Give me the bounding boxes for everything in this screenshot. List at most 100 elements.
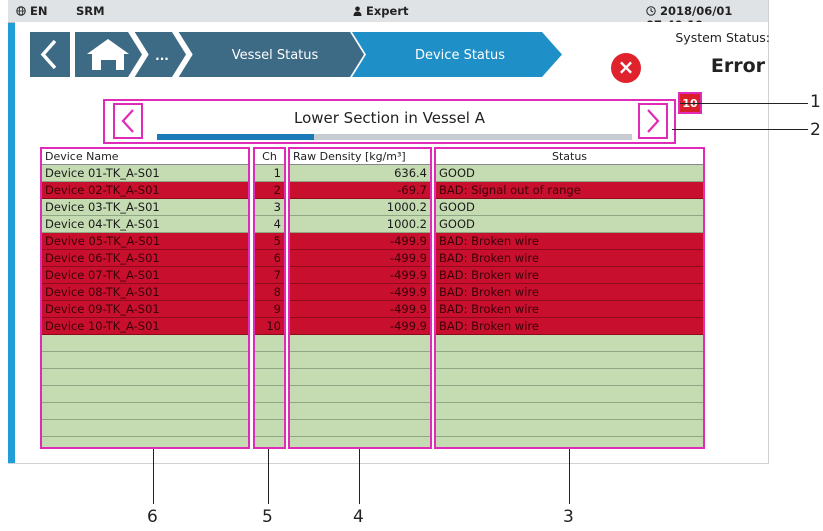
top-status-bar: EN SRM Expert 2018/06/01 07:40:19 <box>8 0 768 32</box>
device-name-cell[interactable]: Device 02-TK_A-S01 <box>42 182 248 199</box>
channel-cell[interactable]: 1 <box>255 165 284 182</box>
close-icon: × <box>617 55 635 79</box>
channel-cell[interactable]: 6 <box>255 250 284 267</box>
user-role[interactable]: Expert <box>353 4 409 18</box>
empty-row-cell <box>42 335 248 352</box>
status-cell[interactable]: GOOD <box>436 216 703 233</box>
channel-cell[interactable]: 10 <box>255 318 284 335</box>
empty-row-cell <box>290 369 430 386</box>
callout-leader-1 <box>680 103 808 104</box>
empty-row-cell <box>290 386 430 403</box>
empty-row-cell <box>42 403 248 420</box>
device-name-cell[interactable]: Devive 05-TK_A-S01 <box>42 233 248 250</box>
raw-density-cell[interactable]: -499.9 <box>290 301 430 318</box>
raw-density-cell[interactable]: -499.9 <box>290 267 430 284</box>
raw-density-cell[interactable]: 636.4 <box>290 165 430 182</box>
status-cell[interactable]: BAD: Signal out of range <box>436 182 703 199</box>
navigation-bar: ... Vessel Status Device Status × System… <box>15 22 770 90</box>
back-button[interactable] <box>30 32 70 77</box>
home-button[interactable] <box>75 32 142 77</box>
empty-row-cell <box>42 369 248 386</box>
raw-density-cell[interactable]: -499.9 <box>290 233 430 250</box>
device-name-cell[interactable]: Device 09-TK_A-S01 <box>42 301 248 318</box>
callout-6: 6 <box>147 507 158 527</box>
callout-leader-2 <box>672 129 808 130</box>
user-icon <box>353 6 362 16</box>
device-name-cell[interactable]: Device 04-TK_A-S01 <box>42 216 248 233</box>
status-cell[interactable]: GOOD <box>436 199 703 216</box>
raw-density-cell[interactable]: -499.9 <box>290 318 430 335</box>
empty-row-cell <box>290 335 430 352</box>
channel-cell[interactable]: 7 <box>255 267 284 284</box>
status-cell[interactable]: GOOD <box>436 165 703 182</box>
breadcrumb-ellipsis-label: ... <box>155 49 169 63</box>
error-status-icon[interactable]: × <box>611 53 641 83</box>
chevron-right-icon <box>647 109 660 133</box>
empty-row-cell <box>255 386 284 403</box>
empty-row-cell <box>436 386 703 403</box>
channel-column: Ch 1 2 3 4 5 6 7 8 9 10 <box>253 147 286 449</box>
empty-row-cell <box>255 352 284 369</box>
status-cell[interactable]: BAD: Broken wire <box>436 318 703 335</box>
empty-row-cell <box>436 369 703 386</box>
status-cell[interactable]: BAD: Broken wire <box>436 301 703 318</box>
device-name-header: Device Name <box>42 149 248 165</box>
empty-row-cell <box>255 420 284 437</box>
language-label: EN <box>30 4 48 18</box>
section-title: Lower Section in Vessel A <box>293 109 486 127</box>
raw-density-cell[interactable]: -499.9 <box>290 250 430 267</box>
system-status-label: System Status: <box>675 30 770 45</box>
raw-density-header: Raw Density [kg/m³] <box>290 149 430 165</box>
system-status-value: Error <box>710 55 765 77</box>
section-progress-bar <box>157 134 632 140</box>
channel-cell[interactable]: 2 <box>255 182 284 199</box>
empty-row-cell <box>436 420 703 437</box>
next-section-button[interactable] <box>638 103 668 139</box>
status-cell[interactable]: BAD: Broken wire <box>436 250 703 267</box>
status-header: Status <box>436 149 703 165</box>
callout-3: 3 <box>563 507 574 527</box>
device-name-cell[interactable]: Device 06-TK_A-S01 <box>42 250 248 267</box>
channel-cell[interactable]: 5 <box>255 233 284 250</box>
empty-row-cell <box>255 369 284 386</box>
callout-leader-4 <box>359 449 360 504</box>
app-name: SRM <box>76 4 105 18</box>
channel-cell[interactable]: 9 <box>255 301 284 318</box>
status-cell[interactable]: BAD: Broken wire <box>436 233 703 250</box>
callout-leader-5 <box>268 449 269 504</box>
breadcrumb: ... Vessel Status Device Status <box>30 32 562 77</box>
empty-row-cell <box>436 335 703 352</box>
device-name-cell[interactable]: Device 01-TK_A-S01 <box>42 165 248 182</box>
channel-cell[interactable]: 3 <box>255 199 284 216</box>
callout-5: 5 <box>262 507 273 527</box>
status-cell[interactable]: BAD: Broken wire <box>436 267 703 284</box>
breadcrumb-device-status[interactable]: Device Status <box>352 32 562 77</box>
empty-row-cell <box>42 420 248 437</box>
raw-density-column: Raw Density [kg/m³] 636.4 -69.7 1000.2 1000… <box>288 147 432 449</box>
device-name-cell[interactable]: Device 10-TK_A-S01 <box>42 318 248 335</box>
clock-icon <box>646 6 656 16</box>
breadcrumb-vessel-status[interactable]: Vessel Status <box>177 32 364 77</box>
callout-1: 1 <box>810 92 821 112</box>
channel-cell[interactable]: 8 <box>255 284 284 301</box>
callout-2: 2 <box>810 120 821 140</box>
user-role-label: Expert <box>366 4 409 18</box>
raw-density-cell[interactable]: -499.9 <box>290 284 430 301</box>
device-name-cell[interactable]: Device 07-TK_A-S01 <box>42 267 248 284</box>
raw-density-cell[interactable]: 1000.2 <box>290 216 430 233</box>
empty-row-cell <box>255 403 284 420</box>
left-accent-bar <box>8 22 15 463</box>
device-name-cell[interactable]: Device 03-TK_A-S01 <box>42 199 248 216</box>
empty-row-cell <box>255 335 284 352</box>
empty-row-cell <box>42 352 248 369</box>
breadcrumb-vessel-status-label: Vessel Status <box>232 48 319 63</box>
raw-density-cell[interactable]: 1000.2 <box>290 199 430 216</box>
callout-leader-3 <box>569 449 570 504</box>
status-cell[interactable]: BAD: Broken wire <box>436 284 703 301</box>
device-name-cell[interactable]: Device 08-TK_A-S01 <box>42 284 248 301</box>
channel-header: Ch <box>255 149 284 165</box>
raw-density-cell[interactable]: -69.7 <box>290 182 430 199</box>
language-selector[interactable]: EN <box>16 4 48 18</box>
channel-cell[interactable]: 4 <box>255 216 284 233</box>
section-progress-fill <box>157 134 314 140</box>
